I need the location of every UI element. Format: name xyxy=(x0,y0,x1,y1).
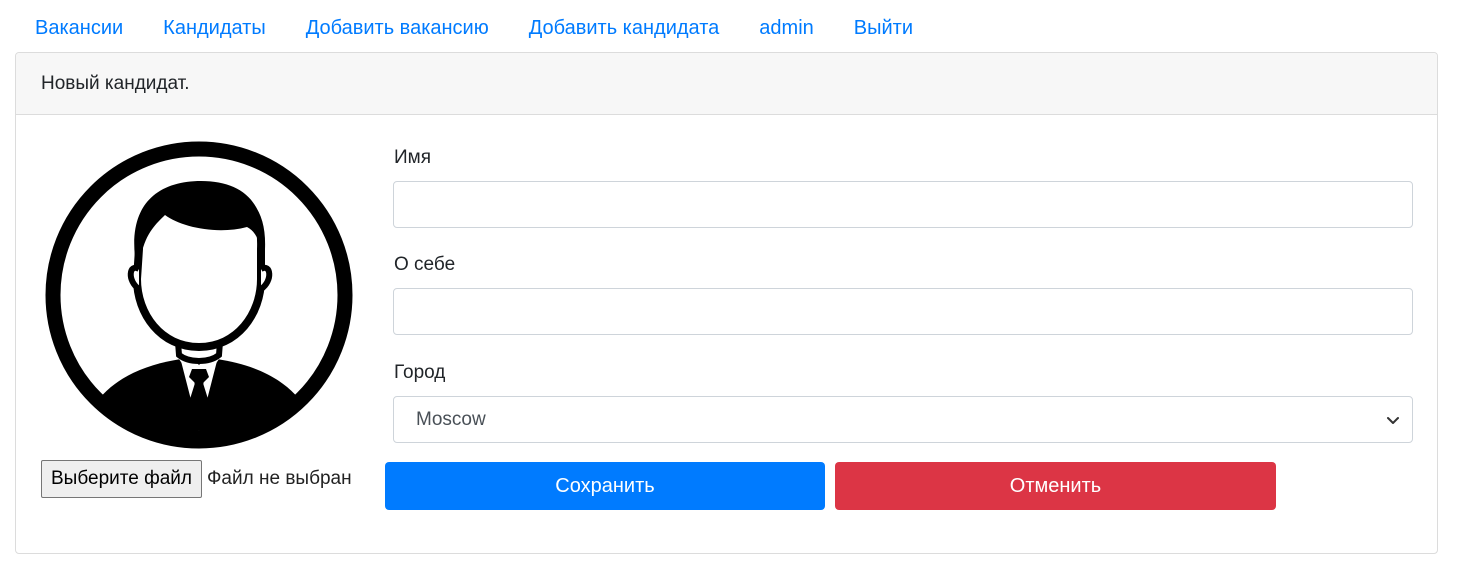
file-status-text: Файл не выбран xyxy=(206,468,352,489)
city-select[interactable]: Moscow xyxy=(393,396,1413,443)
save-button[interactable]: Сохранить xyxy=(385,462,825,510)
nav-add-vacancy-link[interactable]: Добавить вакансию xyxy=(286,12,509,44)
candidate-card: Новый кандидат. Выберите файл Файл не вы… xyxy=(15,52,1438,554)
about-label: О себе xyxy=(394,254,456,275)
top-nav: Вакансии Кандидаты Добавить вакансию Доб… xyxy=(15,12,933,44)
chevron-down-icon xyxy=(1387,416,1399,424)
about-input[interactable] xyxy=(393,288,1413,335)
card-header: Новый кандидат. xyxy=(16,53,1437,115)
cancel-button[interactable]: Отменить xyxy=(835,462,1276,510)
nav-user-link[interactable]: admin xyxy=(739,12,833,44)
file-upload: Выберите файл Файл не выбран xyxy=(41,460,352,498)
name-input[interactable] xyxy=(393,181,1413,228)
city-select-value: Moscow xyxy=(416,408,486,430)
choose-file-button[interactable]: Выберите файл xyxy=(41,460,202,498)
nav-add-candidate-link[interactable]: Добавить кандидата xyxy=(509,12,740,44)
card-title: Новый кандидат. xyxy=(41,72,190,94)
name-label: Имя xyxy=(394,147,432,168)
nav-logout-link[interactable]: Выйти xyxy=(834,12,933,44)
nav-candidates-link[interactable]: Кандидаты xyxy=(143,12,286,44)
user-avatar-icon xyxy=(41,139,357,451)
nav-vacancies-link[interactable]: Вакансии xyxy=(15,12,143,44)
city-label: Город xyxy=(394,362,446,383)
